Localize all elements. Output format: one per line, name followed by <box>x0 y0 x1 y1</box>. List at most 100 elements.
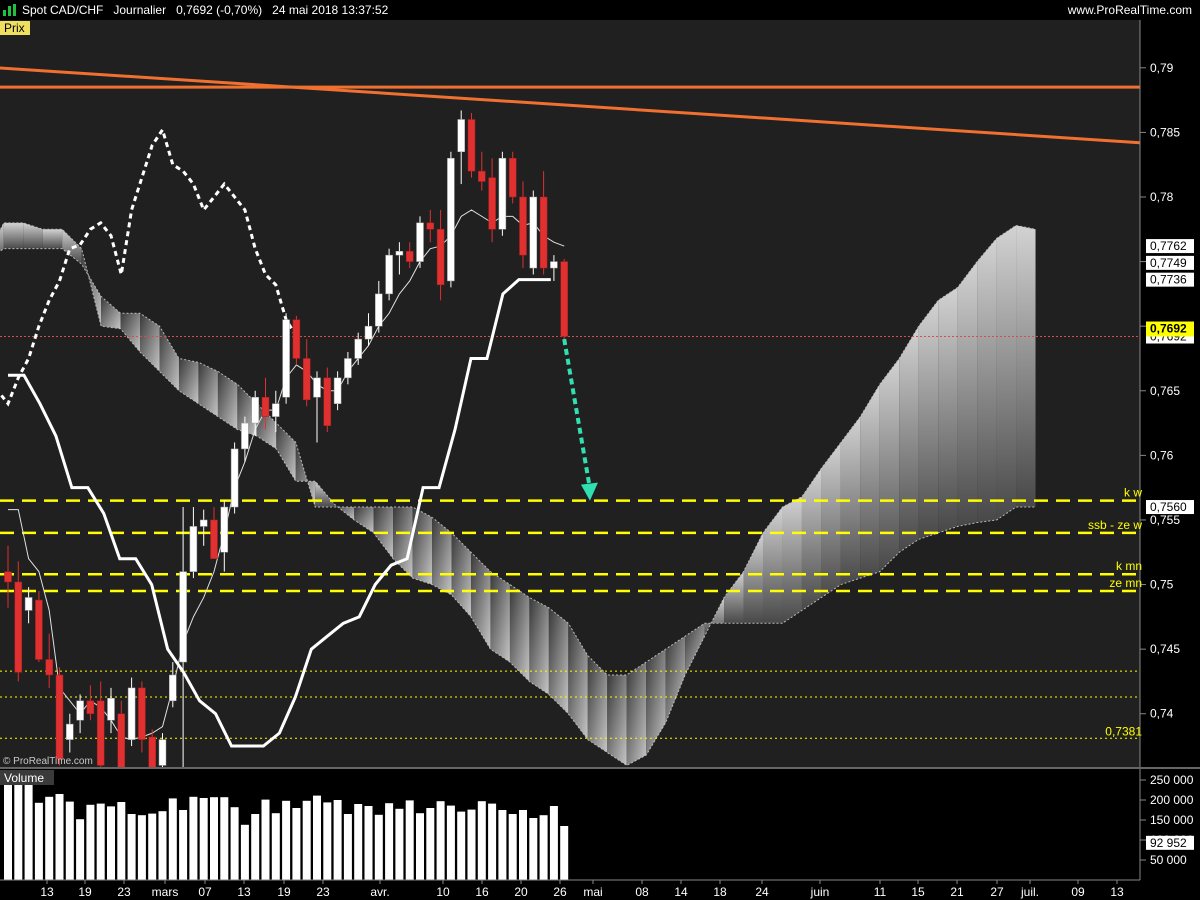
candle-body <box>467 119 476 172</box>
x-tick-label: 21 <box>950 885 964 899</box>
x-tick-label: 08 <box>635 885 649 899</box>
volume-bar <box>240 824 249 880</box>
x-tick-label: 24 <box>755 885 769 899</box>
candle-body <box>539 196 548 269</box>
cloud-segment <box>860 384 880 579</box>
level-label: k w <box>1124 486 1142 500</box>
volume-bar <box>148 813 157 880</box>
x-tick-label: avr. <box>370 885 389 899</box>
volume-bar <box>4 784 12 880</box>
volume-bar <box>14 780 23 880</box>
candle-body <box>272 403 280 417</box>
volume-tick-label: 250 000 <box>1150 773 1194 787</box>
volume-bar <box>137 815 146 880</box>
volume-bar <box>354 804 363 880</box>
volume-bar <box>34 802 43 880</box>
volume-bar <box>220 797 229 880</box>
x-tick-label: 16 <box>475 885 489 899</box>
x-tick-label: 18 <box>713 885 727 899</box>
volume-bar <box>395 808 404 880</box>
y-tick-label: 0,765 <box>1150 384 1180 398</box>
volume-bar <box>477 801 486 880</box>
candle-body <box>169 674 177 702</box>
volume-bar <box>230 807 239 880</box>
cloud-segment <box>490 571 510 663</box>
x-tick-label: 23 <box>117 885 131 899</box>
candle-body <box>416 222 424 262</box>
candle-body <box>230 448 239 508</box>
volume-bar <box>519 810 527 880</box>
cloud-segment <box>529 597 549 695</box>
volume-bar <box>446 805 455 880</box>
x-tick-label: juil. <box>1020 885 1039 899</box>
chart-canvas[interactable]: 0,740,7450,750,7550,760,7650,770,7750,78… <box>0 0 1200 900</box>
candle-body <box>251 396 259 424</box>
y-tick-label: 0,745 <box>1150 642 1180 656</box>
cloud-segment <box>1016 225 1036 508</box>
candle-body <box>14 581 23 673</box>
volume-bar <box>292 808 301 880</box>
volume-tick-label: 150 000 <box>1150 813 1194 827</box>
volume-bar <box>271 813 280 880</box>
current-price-label: 0,7692 <box>1150 322 1187 336</box>
candle-body <box>508 157 517 198</box>
volume-bar <box>189 796 198 880</box>
volume-bar <box>549 806 558 880</box>
candle-body <box>220 506 229 553</box>
candle-body <box>24 597 33 611</box>
candle-body <box>107 697 115 721</box>
x-tick-label: juin <box>810 885 830 899</box>
volume-bar <box>343 814 352 880</box>
volume-tick-label: 50 000 <box>1150 853 1187 867</box>
y-tick-label: 0,76 <box>1150 448 1174 462</box>
candle-body <box>127 687 136 740</box>
candle-body <box>96 700 105 766</box>
x-tick-label: 20 <box>514 885 528 899</box>
cloud-segment <box>42 229 63 249</box>
y-tick-label: 0,74 <box>1150 707 1174 721</box>
volume-bar <box>179 810 188 880</box>
cloud-segment <box>626 662 647 766</box>
candle-body <box>364 325 373 340</box>
candle-body <box>158 739 167 766</box>
cloud-segment <box>879 358 900 572</box>
candle-body <box>395 250 404 256</box>
volume-bar <box>210 797 218 880</box>
candle-body <box>261 396 270 417</box>
x-tick-label: 27 <box>990 885 1004 899</box>
candle-body <box>457 119 465 153</box>
candle-body <box>436 229 445 286</box>
y-tick-label: 0,75 <box>1150 578 1174 592</box>
x-tick-label: mai <box>583 885 602 899</box>
y-tick-label: 0,785 <box>1150 125 1180 139</box>
cloud-segment <box>957 261 978 527</box>
x-tick-label: 10 <box>436 885 450 899</box>
candle-body <box>323 377 332 426</box>
x-tick-label: 19 <box>78 885 92 899</box>
candle-body <box>76 700 84 721</box>
candle-body <box>560 261 568 337</box>
volume-bar <box>374 814 383 880</box>
candle-body <box>282 319 290 398</box>
candle-body <box>179 571 187 663</box>
candle-body <box>354 338 362 359</box>
volume-bar <box>96 803 105 880</box>
volume-bar <box>529 818 538 880</box>
candle-body <box>302 358 311 401</box>
volume-bar <box>251 814 260 880</box>
price-label: 0,7736 <box>1150 273 1187 287</box>
level-label: 0,7381 <box>1105 724 1142 738</box>
cloud-segment <box>607 674 627 766</box>
candle-body <box>478 170 486 182</box>
candle-body <box>138 687 146 740</box>
volume-bar <box>457 811 466 880</box>
x-tick-label: 15 <box>911 885 925 899</box>
x-tick-label: 13 <box>237 885 251 899</box>
volume-bar <box>107 806 115 880</box>
candle-body <box>35 599 43 660</box>
level-label: ssb - ze w <box>1088 518 1142 532</box>
candle-body <box>292 319 301 359</box>
x-tick-label: 13 <box>1110 885 1124 899</box>
price-label: 0,7749 <box>1150 256 1187 270</box>
cloud-segment <box>782 496 802 624</box>
